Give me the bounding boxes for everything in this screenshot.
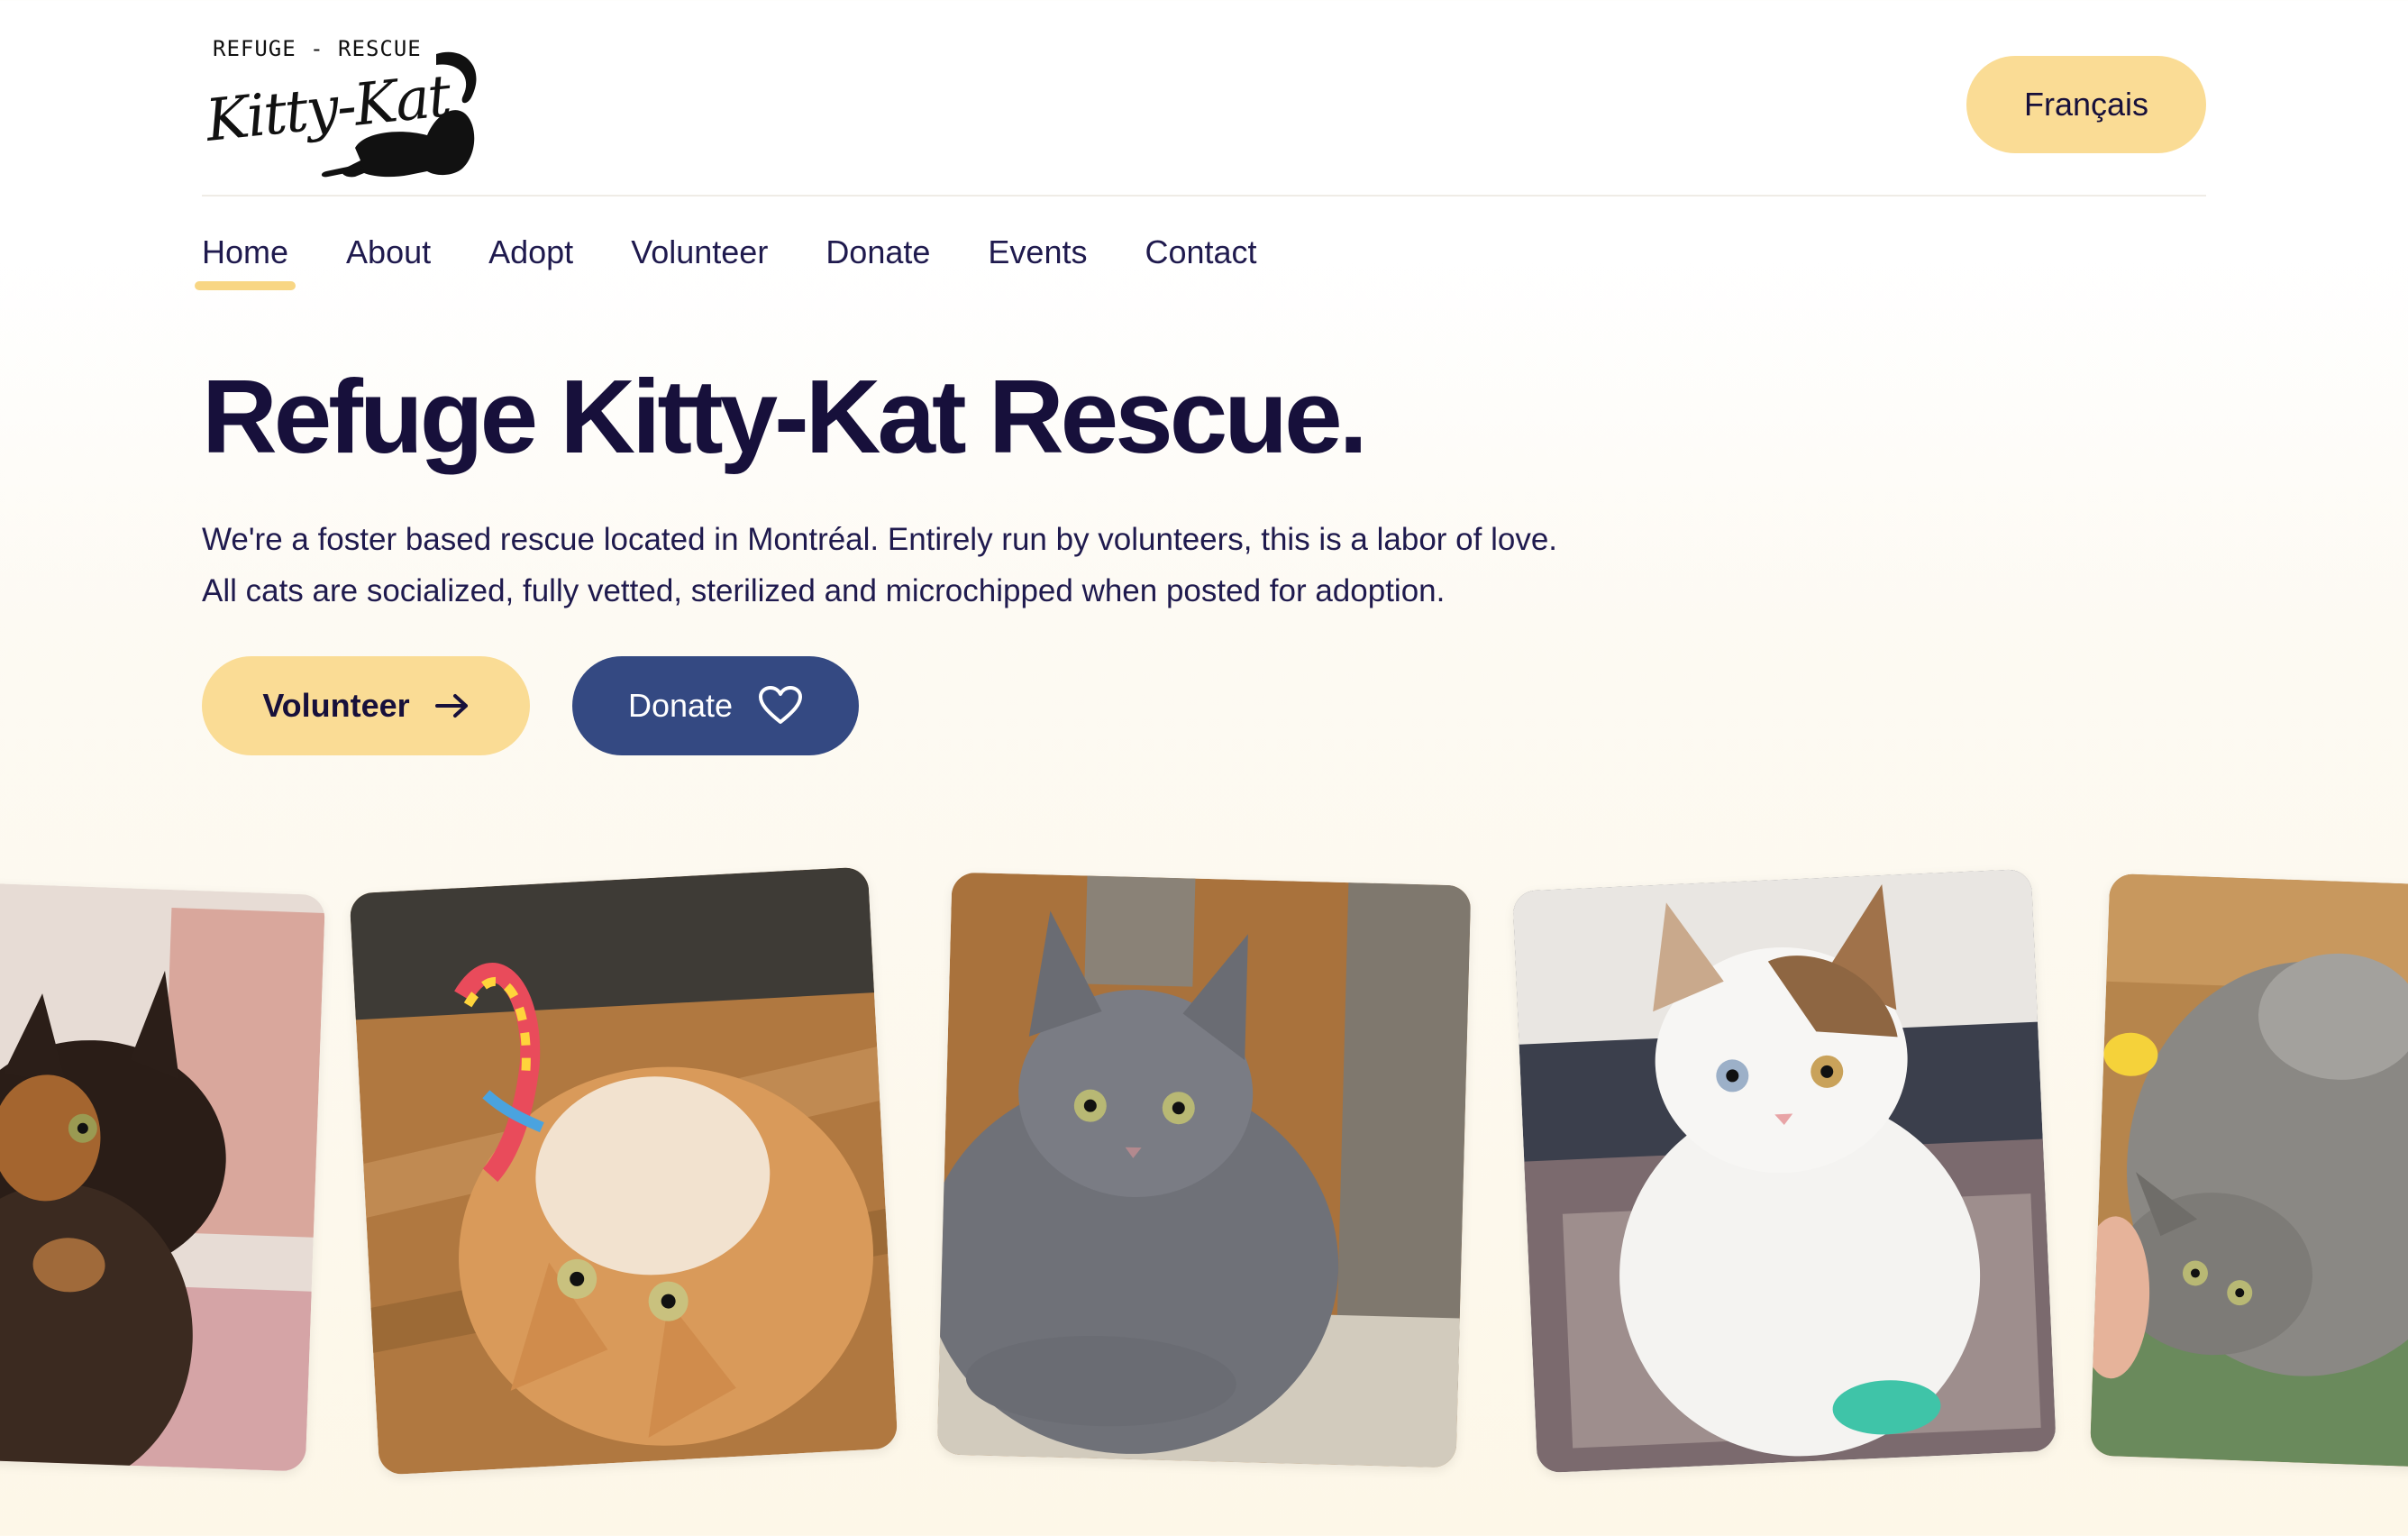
nav-item-donate[interactable]: Donate bbox=[825, 229, 930, 276]
cat-photo-white-calico[interactable] bbox=[1512, 868, 2057, 1474]
hero-description: We're a foster based rescue located in M… bbox=[202, 514, 1557, 617]
nav-item-about[interactable]: About bbox=[346, 229, 431, 276]
main-nav: Home About Adopt Volunteer Donate Events… bbox=[194, 229, 1315, 290]
cat-photo-grey-longhair-image bbox=[936, 872, 1472, 1468]
cat-photo-tortoiseshell[interactable] bbox=[0, 882, 326, 1472]
language-toggle-button[interactable]: Français bbox=[1966, 56, 2206, 153]
site-logo[interactable]: REFUGE - RESCUE Kitty-Kat bbox=[202, 34, 481, 178]
volunteer-button-label: Volunteer bbox=[262, 687, 410, 724]
nav-item-volunteer[interactable]: Volunteer bbox=[631, 229, 768, 276]
stretching-cat-icon bbox=[321, 51, 477, 178]
donate-button[interactable]: Donate bbox=[572, 656, 859, 755]
cat-photo-tabby-kittens-image bbox=[2089, 873, 2408, 1469]
cat-photo-grey-longhair[interactable] bbox=[936, 872, 1472, 1468]
cat-photo-orange-tabby-image bbox=[349, 866, 898, 1476]
donate-button-label: Donate bbox=[627, 687, 734, 724]
arrow-right-icon bbox=[434, 694, 468, 718]
cat-photo-white-calico-image bbox=[1512, 868, 2057, 1474]
header-divider bbox=[202, 195, 2206, 197]
nav-item-events[interactable]: Events bbox=[988, 229, 1087, 276]
nav-item-adopt[interactable]: Adopt bbox=[488, 229, 573, 276]
cat-photo-orange-tabby[interactable] bbox=[349, 866, 898, 1476]
page-title: Refuge Kitty-Kat Rescue. bbox=[202, 358, 1368, 475]
nav-item-contact[interactable]: Contact bbox=[1145, 229, 1256, 276]
hero-description-line-2: All cats are socialized, fully vetted, s… bbox=[202, 573, 1446, 608]
nav-item-home[interactable]: Home bbox=[194, 229, 296, 290]
cat-photo-tortoiseshell-image bbox=[0, 882, 326, 1472]
cat-photo-tabby-kittens[interactable] bbox=[2089, 873, 2408, 1469]
volunteer-button[interactable]: Volunteer bbox=[202, 656, 530, 755]
heart-icon bbox=[759, 686, 803, 724]
hero-description-line-1: We're a foster based rescue located in M… bbox=[202, 522, 1558, 557]
